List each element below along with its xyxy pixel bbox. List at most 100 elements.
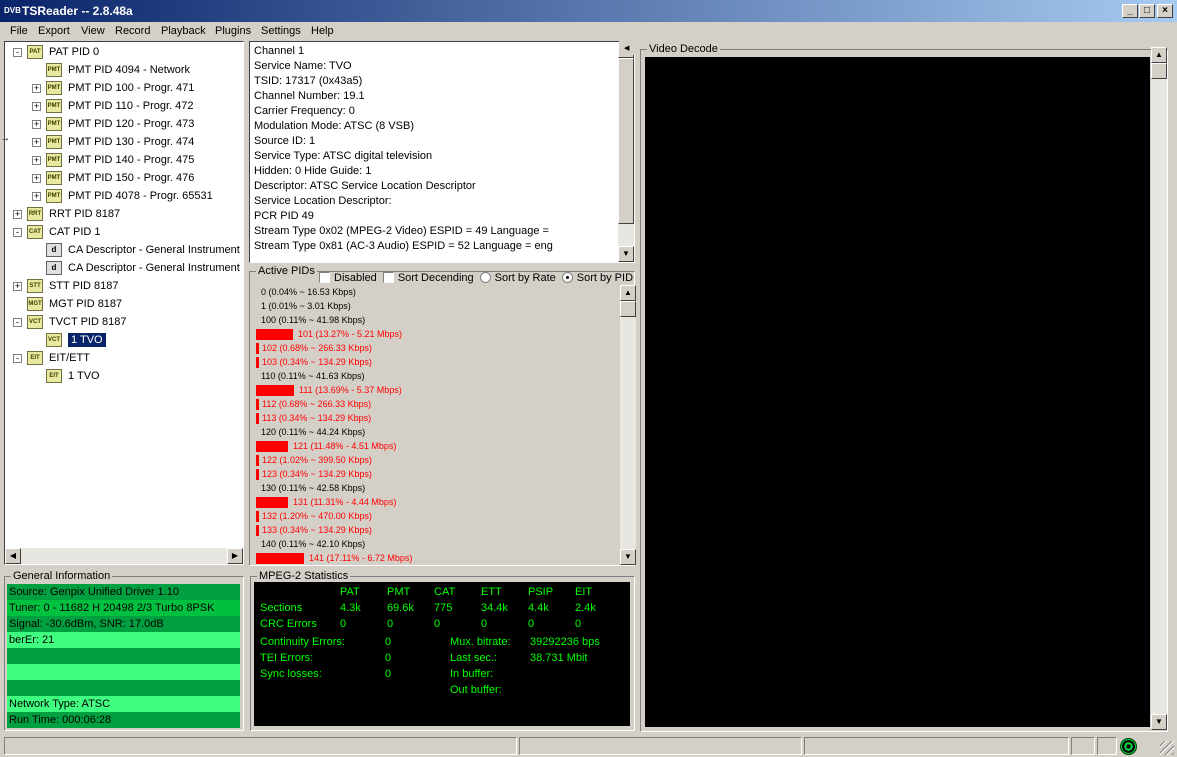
tree-item[interactable]: VCT 1 TVO [5,331,243,349]
menu-settings[interactable]: Settings [261,25,301,37]
scroll-thumb[interactable] [1151,63,1167,79]
mux-bitrate-value: 39292236 bps [530,636,600,648]
scroll-up-icon[interactable]: ▲ [1151,47,1167,63]
menu-view[interactable]: View [81,25,105,37]
collapse-icon[interactable]: - [13,48,22,57]
tree-item[interactable]: EIT 1 TVO [5,367,243,385]
scroll-thumb[interactable] [618,58,634,224]
tree-item[interactable]: + PMT PMT PID 110 - Progr. 472 [5,97,243,115]
pid-row-text: 132 (1.20% ~ 470.00 Kbps) [262,511,372,521]
option-label: Sort by PID [576,272,634,284]
tree-item[interactable]: + PMT PMT PID 140 - Progr. 475 [5,151,243,169]
eit-table-icon: EIT [27,351,43,365]
tree-item-label: CA Descriptor - General Instrument [68,262,240,274]
tree-item[interactable]: + PMT PMT PID 120 - Progr. 473 [5,115,243,133]
pids-vscrollbar[interactable]: ▲ ▼ [620,285,636,565]
resize-grip-icon[interactable] [1160,741,1174,755]
tree-item[interactable]: + PMT PMT PID 4078 - Progr. 65531 [5,187,243,205]
tree-item[interactable]: d CA Descriptor - General Instrument [5,241,243,259]
details-line: TSID: 17317 (0x43a5) [254,75,363,87]
tree-item-label: PMT PID 150 - Progr. 476 [68,172,195,184]
tei-errors-label: TEI Errors: [260,652,314,664]
scroll-thumb[interactable] [620,301,636,317]
scroll-down-icon[interactable]: ▼ [1151,714,1167,730]
scroll-up-icon[interactable]: ▲ [620,285,636,301]
details-line: Channel 1 [254,45,305,57]
checkbox-icon[interactable] [382,272,394,283]
stt-table-icon: STT [27,279,43,293]
tree-item[interactable]: MGT MGT PID 8187 [5,295,243,313]
expand-icon[interactable]: + [32,138,41,147]
pid-rate-bar [256,469,259,480]
expand-icon[interactable]: + [32,120,41,129]
status-segment-2 [519,737,802,755]
video-output[interactable] [645,57,1150,727]
expand-icon[interactable]: + [13,210,22,219]
option-label: Sort by Rate [494,272,556,284]
main-vscrollbar[interactable]: ▲ ▼ [1151,47,1167,730]
tree-item[interactable]: - CAT CAT PID 1 [5,223,243,241]
scroll-down-icon[interactable]: ▼ [620,549,636,565]
close-button[interactable]: × [1157,4,1173,18]
option-sort-decending[interactable]: Sort Decending [382,272,474,284]
menu-file[interactable]: File [10,25,28,37]
tree-item[interactable]: PMT PMT PID 4094 - Network [5,61,243,79]
menu-bar: File Export View Record Playback Plugins Setti… [0,22,1177,40]
option-sort-by-pid[interactable]: Sort by PID [561,272,634,284]
pane-split-arrow[interactable]: ◀ [619,41,635,55]
tree-item[interactable]: + RRT RRT PID 8187 [5,205,243,223]
menu-plugins[interactable]: Plugins [215,25,251,37]
checkbox-icon[interactable] [319,272,330,283]
pid-rate-bar [256,399,259,410]
radio-icon[interactable] [561,272,573,283]
stats-header-psip: PSIP [528,586,554,598]
tree-item[interactable]: + PMT PMT PID 100 - Progr. 471 [5,79,243,97]
tree-item[interactable]: + PMT PMT PID 150 - Progr. 476 [5,169,243,187]
pid-tree[interactable]: - PAT PAT PID 0 PMT PMT PID 4094 - Network + P… [4,41,244,565]
expand-icon[interactable]: + [32,156,41,165]
option-disabled[interactable]: Disabled [319,272,377,284]
minimize-button[interactable]: _ [1122,4,1138,18]
pid-row-text: 103 (0.34% ~ 134.29 Kbps) [262,357,372,367]
tree-item[interactable]: - EIT EIT/ETT [5,349,243,367]
mpeg2-stats-panel: PAT PMT CAT ETT PSIP EIT Sections 4.3k 69.6k 77… [254,582,630,726]
radio-icon[interactable] [479,272,491,283]
collapse-icon[interactable]: - [13,354,22,363]
scroll-right-icon[interactable]: ▶ [227,548,243,564]
details-vscrollbar[interactable]: ▲ ▼ [618,42,634,262]
option-label: Sort Decending [397,272,474,284]
scroll-left-icon[interactable]: ◀ [5,548,21,564]
active-pids-options: Disabled Sort Decending Sort by Rate Sort b… [319,272,635,286]
expand-icon[interactable]: + [32,84,41,93]
tree-item-label: RRT PID 8187 [49,208,121,220]
tree-item[interactable]: d CA Descriptor - General Instrument [5,259,243,277]
collapse-icon[interactable]: - [13,318,22,327]
app-icon: DVB [4,6,21,15]
tree-item[interactable]: + STT STT PID 8187 [5,277,243,295]
pid-row: 113 (0.34% ~ 134.29 Kbps) [255,411,615,425]
option-sort-by-rate[interactable]: Sort by Rate [479,272,556,284]
sections-value: 4.4k [528,602,549,614]
tree-item-label: TVCT PID 8187 [49,316,127,328]
general-info-title: General Information [11,570,113,582]
expand-icon[interactable]: + [32,174,41,183]
scroll-down-icon[interactable]: ▼ [618,246,634,262]
tree-item[interactable]: - PAT PAT PID 0 [5,43,243,61]
tree-item[interactable]: - VCT TVCT PID 8187 [5,313,243,331]
collapse-icon[interactable]: - [13,228,22,237]
details-line: Service Type: ATSC digital television [254,150,433,162]
pid-row: 102 (0.68% ~ 266.33 Kbps) [255,341,615,355]
continuity-errors-value: 0 [385,636,392,648]
expand-icon[interactable]: + [32,102,41,111]
tree-hscrollbar[interactable]: ◀ ▶ [5,548,243,564]
menu-playback[interactable]: Playback [161,25,206,37]
menu-export[interactable]: Export [38,25,70,37]
expand-icon[interactable]: + [32,192,41,201]
menu-help[interactable]: Help [311,25,334,37]
menu-record[interactable]: Record [115,25,150,37]
tree-item[interactable]: + PMT PMT PID 130 - Progr. 474 [5,133,243,151]
details-line: Modulation Mode: ATSC (8 VSB) [254,120,414,132]
expand-icon[interactable]: + [13,282,22,291]
maximize-button[interactable]: □ [1139,4,1155,18]
tree-item-label: CAT PID 1 [49,226,101,238]
